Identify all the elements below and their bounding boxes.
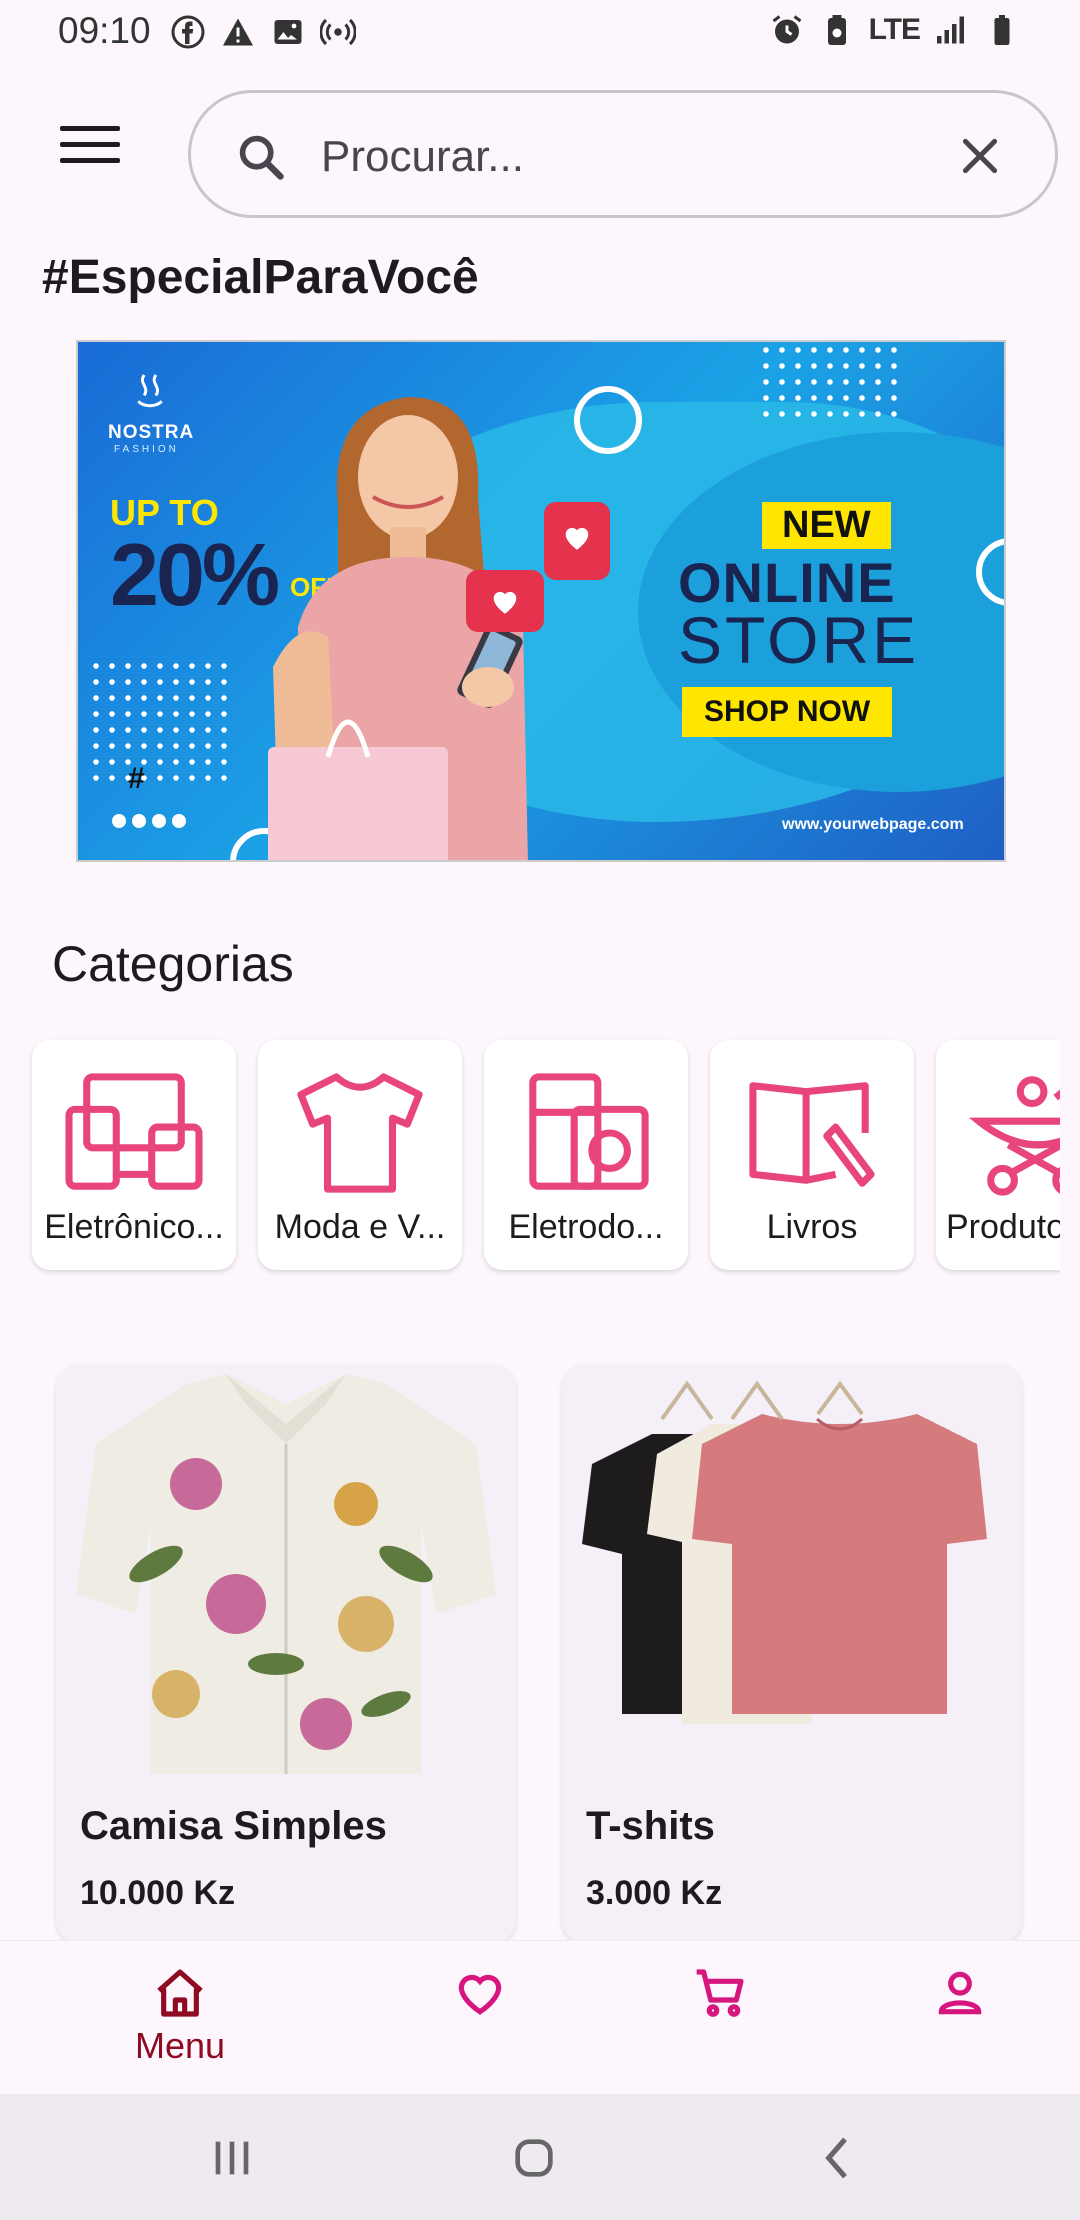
nav-cart[interactable] (630, 1941, 810, 2095)
special-for-you-title: #EspecialParaVocê (42, 251, 479, 304)
category-card-books[interactable]: Livros (710, 1040, 914, 1270)
category-card-products[interactable]: Produto (936, 1040, 1060, 1270)
nav-profile[interactable] (870, 1941, 1050, 2095)
category-card-fashion[interactable]: Moda e V... (258, 1040, 462, 1270)
floral-shirt-image (56, 1364, 516, 1784)
product-price: 3.000 Kz (586, 1874, 723, 1912)
nav-favorites[interactable] (390, 1941, 570, 2095)
nav-menu[interactable]: Menu (90, 1941, 270, 2095)
close-icon[interactable] (955, 131, 1005, 181)
status-time: 09:10 (58, 10, 151, 51)
search-icon (239, 135, 284, 180)
categories-list[interactable]: Eletrônico... Moda e V... Eletrodo... Li… (0, 1036, 1060, 1276)
categories-title: Categorias (52, 936, 294, 992)
shop-now-button[interactable]: SHOP NOW (682, 687, 893, 737)
search-bar[interactable] (188, 90, 1058, 218)
banner-dots (88, 658, 228, 784)
home-icon (157, 1969, 203, 2017)
product-price: 10.000 Kz (80, 1874, 235, 1912)
banner-brand-sub: FASHION (114, 444, 179, 455)
facebook-icon (171, 15, 205, 49)
network-type: LTE (868, 13, 921, 46)
banner-dots (758, 342, 898, 426)
banner-social-icons (112, 814, 186, 828)
search-input[interactable] (321, 119, 901, 195)
category-label: Produto (946, 1208, 1060, 1246)
banner-url: www.yourwebpage.com (782, 816, 964, 833)
category-card-electronics[interactable]: Eletrônico... (32, 1040, 236, 1270)
stroller-icon (968, 1076, 1060, 1196)
banner-brand: NOSTRA (108, 422, 195, 443)
system-navigation-bar (0, 2094, 1080, 2220)
promo-banner[interactable]: NOSTRA FASHION UP TO 20% OFF # NEW ONLIN… (76, 340, 1006, 862)
appliances-icon (529, 1073, 649, 1190)
person-icon (938, 1971, 982, 2015)
book-icon (749, 1082, 875, 1187)
banner-ring (574, 386, 642, 454)
category-label: Moda e V... (274, 1208, 446, 1246)
heart-bubble-icon (544, 502, 610, 580)
product-name: Camisa Simples (80, 1804, 387, 1848)
category-card-appliances[interactable]: Eletrodo... (484, 1040, 688, 1270)
product-name: T-shits (586, 1804, 715, 1848)
battery-icon (994, 15, 1010, 45)
home-button-icon[interactable] (506, 2130, 562, 2186)
bottom-navigation: Menu (0, 1940, 1080, 2094)
signal-icon (937, 16, 964, 44)
battery-saver-icon (827, 15, 846, 45)
banner-percent: 20% (110, 525, 280, 624)
category-label: Livros (766, 1208, 858, 1246)
devices-icon (65, 1073, 203, 1190)
broadcast-icon (320, 18, 356, 46)
cart-icon (696, 1969, 744, 2017)
status-bar: 09:10 LTE (0, 0, 1080, 64)
recent-apps-icon[interactable] (204, 2130, 260, 2186)
category-label: Eletrodo... (508, 1208, 664, 1246)
back-icon[interactable] (810, 2130, 866, 2186)
banner-hashtag: # (128, 762, 145, 795)
heart-bubble-icon (466, 570, 544, 632)
category-label: Eletrônico... (44, 1208, 224, 1246)
status-notification-icons (170, 14, 356, 50)
product-card[interactable]: Camisa Simples 10.000 Kz (56, 1364, 516, 1944)
banner-new: NEW (762, 502, 891, 549)
tshirts-image (562, 1364, 1022, 1784)
warning-icon (223, 18, 253, 46)
heart-icon (458, 1974, 502, 2015)
image-icon (274, 20, 302, 44)
brand-logo-icon (137, 374, 163, 408)
product-card[interactable]: T-shits 3.000 Kz (562, 1364, 1022, 1944)
alarm-icon (772, 15, 801, 44)
banner-store: STORE (678, 603, 920, 677)
menu-icon[interactable] (50, 126, 130, 182)
status-system-icons: LTE (769, 12, 1020, 48)
tshirt-icon (297, 1073, 423, 1193)
nav-menu-label: Menu (134, 2025, 226, 2066)
